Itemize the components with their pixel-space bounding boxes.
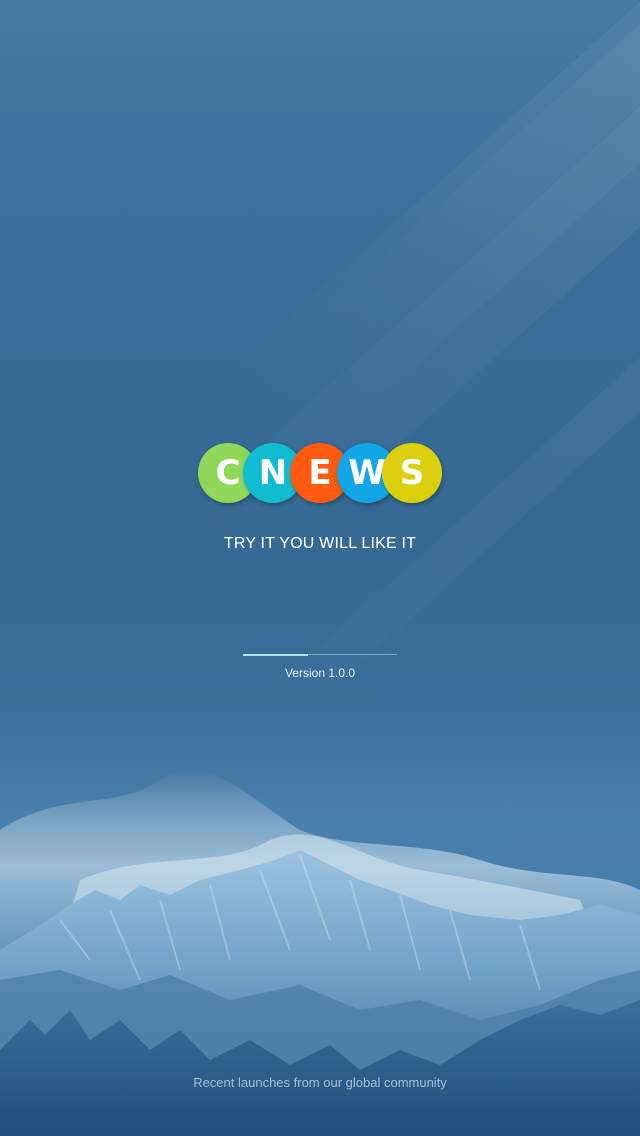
- splash-screen: C N E W S TRY IT YOU WILL LIKE IT Versio…: [0, 0, 640, 1136]
- cnews-logo: C N E W S: [198, 443, 444, 505]
- loading-progress-bar: [243, 653, 397, 656]
- logo-letter-s-icon: S: [382, 443, 442, 503]
- footer-caption: Recent launches from our global communit…: [193, 1075, 447, 1090]
- app-tagline: TRY IT YOU WILL LIKE IT: [223, 535, 417, 552]
- version-label: Version 1.0.0: [284, 666, 356, 680]
- loading-progress-fill: [243, 653, 308, 656]
- mountain-landscape-image: [0, 770, 640, 1136]
